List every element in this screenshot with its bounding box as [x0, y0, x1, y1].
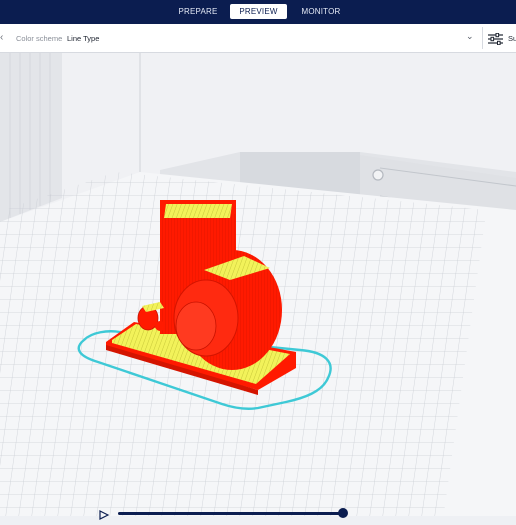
layer-slider-handle[interactable]: [338, 508, 348, 518]
preview-toolbar: ‹ Color scheme Line Type ⌄ Su: [0, 24, 516, 53]
model-chute-top-infill: [164, 204, 232, 218]
carriage-screw-icon: [372, 169, 384, 181]
top-navigation-bar: PREPARE PREVIEW MONITOR: [0, 0, 516, 24]
toolbar-divider: [482, 27, 483, 49]
settings-sliders-icon[interactable]: [488, 32, 503, 50]
tab-monitor[interactable]: MONITOR: [298, 4, 344, 19]
chevron-down-icon[interactable]: ⌄: [466, 31, 474, 42]
scene-render: [0, 53, 516, 516]
3d-preview-viewport[interactable]: [0, 53, 516, 516]
tab-prepare[interactable]: PREPARE: [176, 4, 220, 19]
color-scheme-select[interactable]: Line Type: [67, 34, 99, 43]
color-scheme-label: Color scheme: [16, 34, 63, 43]
tab-preview[interactable]: PREVIEW: [230, 4, 287, 19]
print-settings-button[interactable]: Su: [508, 34, 516, 43]
play-icon[interactable]: [99, 507, 110, 525]
chevron-left-icon[interactable]: ‹: [0, 32, 3, 43]
layer-slider-track[interactable]: [118, 512, 344, 515]
